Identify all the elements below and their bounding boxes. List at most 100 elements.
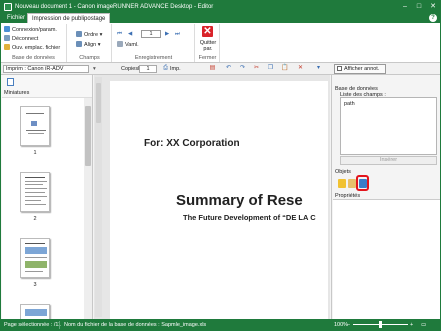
quit-button-label-2[interactable]: par. — [197, 45, 219, 53]
order-icon — [76, 31, 82, 37]
document-subtitle: The Future Development of “DE LA C — [183, 213, 316, 222]
group-label-close: Fermer — [198, 55, 217, 61]
connect-label: Connexion/param. — [12, 27, 57, 33]
annotations-checkbox[interactable] — [337, 66, 342, 71]
preview-icon[interactable]: ▤ — [209, 65, 216, 72]
connect-settings-button[interactable]: Connexion/param. — [4, 26, 57, 34]
status-separator — [59, 321, 60, 329]
document-page[interactable]: For: XX Corporation Summary of Rese The … — [110, 81, 328, 319]
show-annotations-button[interactable]: Afficher annot. — [334, 64, 386, 74]
group-label-database: Base de données — [12, 55, 55, 61]
app-icon — [4, 3, 12, 11]
minimize-button[interactable]: – — [398, 2, 412, 12]
field-item[interactable]: path — [344, 101, 355, 107]
ribbon-group-fields: Ordre ▾ Align ▾ Champs — [68, 24, 112, 62]
properties-panel: Base de données Liste des champs : path … — [331, 75, 440, 319]
editor-window: Nouveau document 1 - Canon imageRUNNER A… — [0, 0, 441, 331]
thumbnail-number-1: 1 — [33, 150, 37, 156]
thumbnail-page-1[interactable] — [20, 106, 50, 146]
title-bar: Nouveau document 1 - Canon imageRUNNER A… — [1, 1, 440, 13]
invert-button[interactable]: Vaml. — [117, 41, 139, 49]
text-field-object-icon[interactable] — [338, 179, 346, 188]
zoom-out-button[interactable]: − — [347, 321, 350, 329]
window-title: Nouveau document 1 - Canon imageRUNNER A… — [15, 4, 214, 10]
quit-icon[interactable]: ✕ — [202, 26, 213, 37]
disconnect-button[interactable]: Déconnect — [4, 35, 38, 43]
delete-icon[interactable]: ✕ — [297, 65, 304, 72]
next-record-icon[interactable]: ▶ — [165, 30, 169, 38]
document-scroll-thumb[interactable] — [96, 83, 101, 123]
group-label-fields: Champs — [79, 55, 100, 61]
group-label-record: Enregistrement — [134, 55, 173, 61]
ribbon: Connexion/param. Déconnect Ouv. emplac. … — [1, 23, 440, 63]
help-icon[interactable]: ? — [429, 14, 437, 22]
first-record-icon[interactable]: ⏮ — [117, 30, 122, 38]
image-object-highlight — [356, 175, 369, 191]
selected-page-status: Page sélectionnée : /11 — [4, 322, 62, 328]
print-label[interactable]: Imp. — [170, 65, 181, 73]
zoom-slider-handle[interactable] — [379, 321, 382, 328]
zoom-level: 100% — [334, 322, 349, 328]
open-file-location-button[interactable]: Ouv. emplac. fichier — [4, 44, 60, 52]
disconnect-label: Déconnect — [12, 36, 39, 42]
properties-area — [333, 199, 440, 319]
align-icon — [76, 41, 82, 47]
invert-label: Vaml. — [125, 42, 139, 48]
invert-icon — [117, 41, 123, 47]
tab-mail-merge[interactable]: Impression de publipostage — [27, 13, 111, 23]
printer-dropdown-icon[interactable]: ▾ — [93, 65, 96, 73]
annotations-label: Afficher annot. — [344, 66, 380, 72]
document-left-scrollbar[interactable] — [95, 77, 102, 317]
maximize-button[interactable]: □ — [412, 2, 426, 12]
open-location-label: Ouv. emplac. fichier — [12, 45, 61, 51]
thumbnail-page-2[interactable] — [20, 172, 50, 212]
thumbnail-page-4[interactable] — [20, 304, 50, 320]
cut-icon[interactable]: ✂ — [253, 65, 260, 72]
close-window-button[interactable]: ✕ — [426, 2, 440, 12]
barcode-object-icon[interactable] — [348, 179, 356, 188]
thumbnail-number-2: 2 — [33, 216, 37, 222]
printer-select[interactable]: Imprim : Canon iR-ADV — [3, 65, 89, 73]
toolbar: Imprim : Canon iR-ADV ▾ Copiesl 1 ⎙ Imp.… — [1, 63, 440, 75]
previous-record-icon[interactable]: ◀ — [128, 30, 132, 38]
view-mode-icon[interactable]: ▾ — [315, 65, 322, 72]
thumbnails-tab-icon[interactable] — [7, 78, 14, 86]
database-connect-icon — [4, 26, 10, 32]
order-dropdown[interactable]: Ordre ▾ — [76, 31, 102, 39]
last-record-icon[interactable]: ⏭ — [175, 30, 180, 38]
thumbnails-title: Miniatures — [4, 90, 30, 96]
order-label: Ordre — [84, 32, 99, 38]
ribbon-group-record: ⏮ ◀ 1 ▶ ⏭ Vaml. Enregistrement — [113, 24, 195, 62]
insert-button[interactable]: Insérer — [340, 156, 437, 165]
status-bar: Page sélectionnée : /11 Nom du fichier d… — [1, 319, 440, 330]
field-list[interactable]: path — [340, 97, 437, 155]
ribbon-group-close: ✕ Quitter par. Fermer — [196, 24, 220, 62]
document-heading: For: XX Corporation — [144, 138, 240, 149]
thumbnails-panel: Miniatures 1 2 3 — [1, 75, 93, 320]
redo-icon[interactable]: ↷ — [239, 65, 246, 72]
zoom-in-button[interactable]: + — [410, 321, 413, 329]
print-icon[interactable]: ⎙ — [162, 65, 169, 72]
document-title: Summary of Rese — [176, 192, 303, 209]
copies-label: Copiesl — [121, 66, 140, 72]
thumbnails-scroll-thumb[interactable] — [85, 106, 91, 166]
thumbnail-list: 1 2 3 — [2, 97, 92, 320]
copies-input[interactable]: 1 — [139, 65, 157, 73]
align-dropdown[interactable]: Align ▾ — [76, 41, 101, 49]
objects-title: Objets — [335, 169, 351, 175]
fit-page-icon[interactable]: ▭ — [421, 321, 426, 329]
copy-icon[interactable]: ❐ — [267, 65, 274, 72]
thumbnail-page-3[interactable] — [20, 238, 50, 278]
menu-bar: Fichier Impression de publipostage ? — [1, 13, 440, 23]
database-filename-status: Nom du fichier de la base de données : S… — [64, 322, 207, 328]
paste-icon[interactable]: 📋 — [281, 65, 288, 72]
disconnect-icon — [4, 35, 10, 41]
document-area: For: XX Corporation Summary of Rese The … — [94, 75, 330, 319]
undo-icon[interactable]: ↶ — [225, 65, 232, 72]
align-label: Align — [84, 42, 97, 48]
ribbon-group-database: Connexion/param. Déconnect Ouv. emplac. … — [1, 24, 67, 62]
record-number-input[interactable]: 1 — [141, 30, 161, 38]
thumbnails-scrollbar[interactable] — [84, 98, 92, 320]
tab-file[interactable]: Fichier — [3, 13, 29, 23]
thumbnail-number-3: 3 — [33, 282, 37, 288]
